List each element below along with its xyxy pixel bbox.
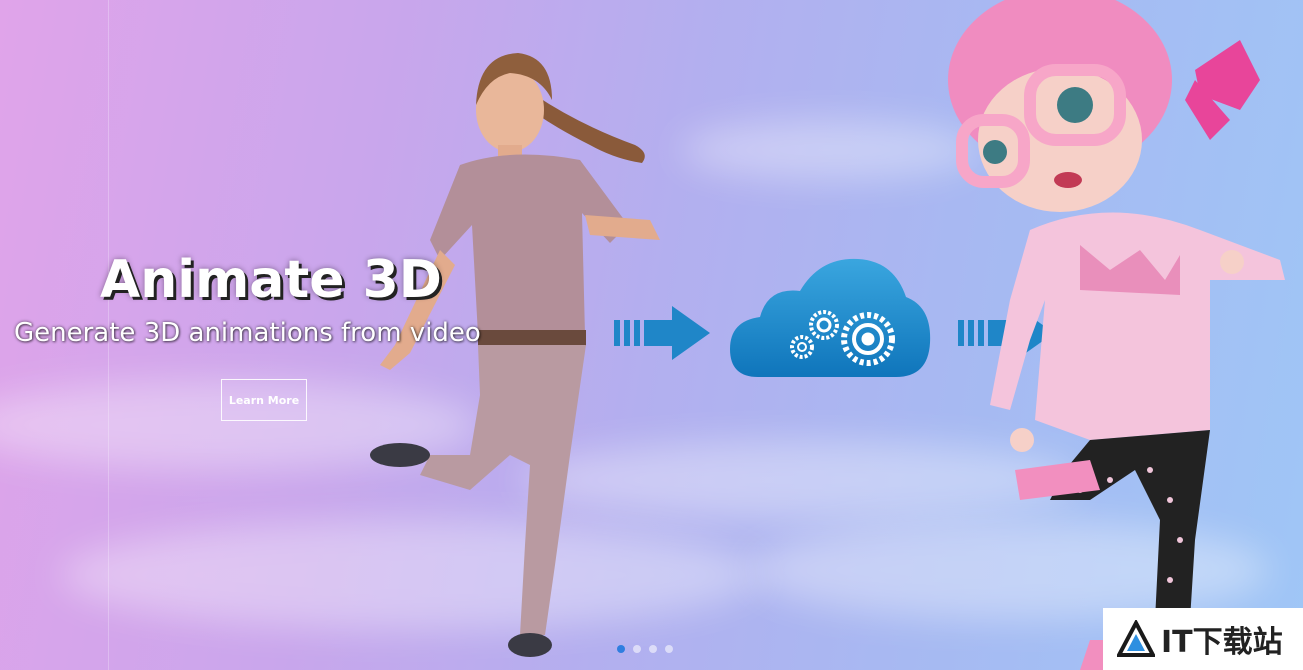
carousel-dot-2[interactable] bbox=[633, 645, 641, 653]
cartoon-girl-image bbox=[948, 0, 1285, 670]
triangle-logo-icon bbox=[1117, 620, 1155, 657]
background-cloud bbox=[680, 120, 980, 180]
hero-subtitle: Generate 3D animations from video bbox=[14, 318, 481, 348]
watermark-text: IT下载站 bbox=[1161, 625, 1283, 660]
hero-title: Animate 3D bbox=[100, 250, 442, 310]
carousel-dot-3[interactable] bbox=[649, 645, 657, 653]
learn-more-button[interactable]: Learn More bbox=[221, 379, 307, 421]
right-arrow-icon bbox=[614, 306, 710, 360]
carousel-pagination bbox=[617, 645, 673, 653]
cloud-gears-icon bbox=[730, 258, 931, 377]
hero-banner: Animate 3D Generate 3D animations from v… bbox=[0, 0, 1303, 670]
carousel-dot-4[interactable] bbox=[665, 645, 673, 653]
watermark: IT下载站 bbox=[1103, 608, 1303, 670]
carousel-dot-1[interactable] bbox=[617, 645, 625, 653]
